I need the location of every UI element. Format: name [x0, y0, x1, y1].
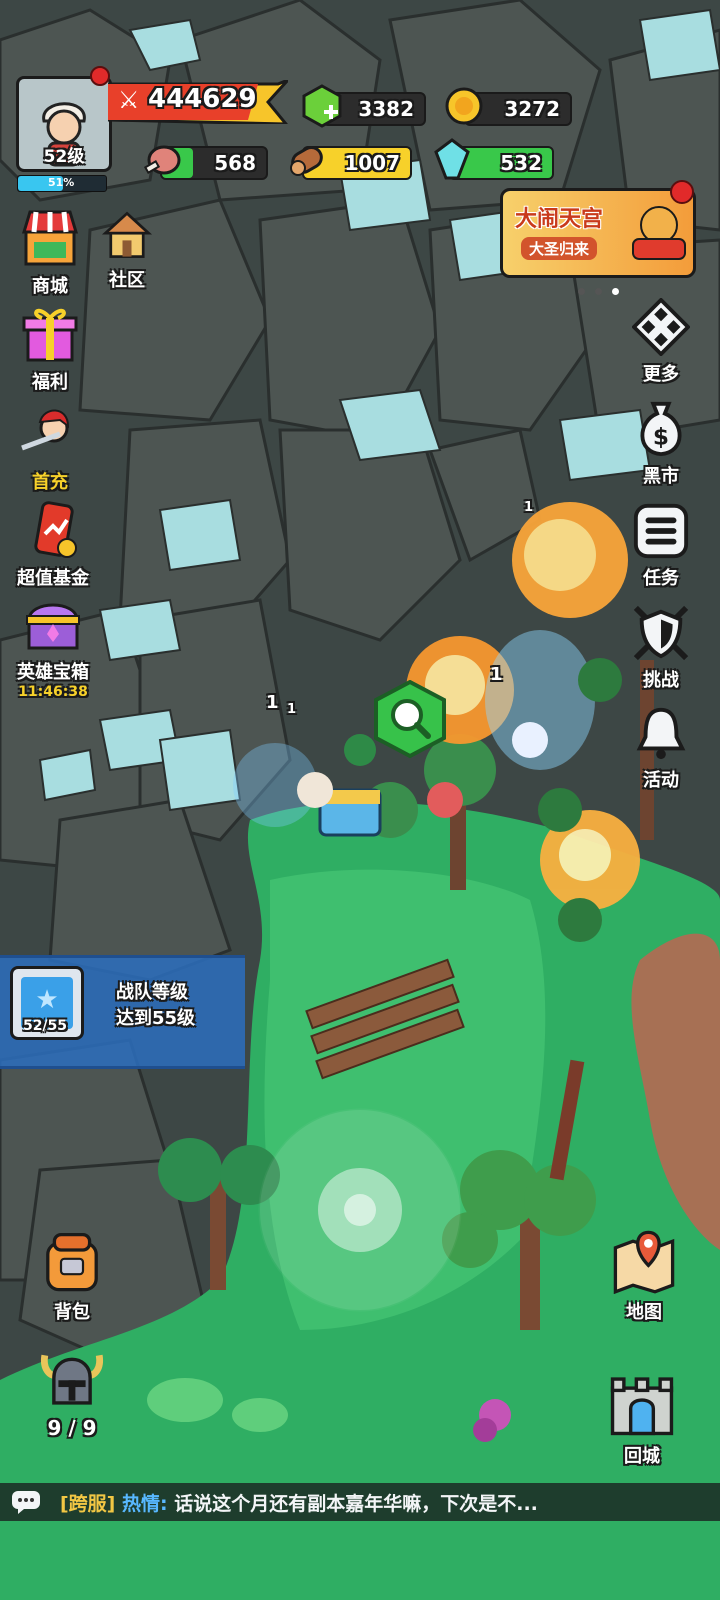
- return-city-label: 回城: [624, 1446, 660, 1467]
- events-label: 活动: [643, 770, 679, 791]
- chat-bar[interactable]: [跨服] 热情: 话说这个月还有副本嘉年华嘛，下次是不...: [0, 1483, 720, 1521]
- first-charge-button[interactable]: 首充: [8, 404, 92, 494]
- map-pin-icon: [613, 1230, 675, 1295]
- event-notification-dot: [670, 180, 694, 204]
- first-charge-label: 首充: [32, 472, 68, 493]
- xp-bar: 51%: [17, 175, 107, 192]
- damage-number: 1: [287, 702, 297, 717]
- crystal-value: 532: [500, 151, 542, 175]
- tasks-label: 任务: [643, 568, 679, 589]
- xp-percent: 51%: [48, 176, 75, 189]
- player-level: 52级: [43, 147, 85, 167]
- community-label: 社区: [109, 270, 145, 291]
- wood-log-icon: [290, 146, 323, 176]
- black-market-label: 黑市: [643, 466, 679, 487]
- chat-bubble-icon: [12, 1491, 40, 1514]
- shop-stall-icon: [21, 210, 79, 266]
- warrior-hero-icon: [21, 409, 70, 451]
- hero-chest-label: 英雄宝箱: [17, 662, 89, 683]
- black-market-button[interactable]: $ 黑市: [628, 400, 694, 488]
- svg-text:$: $: [653, 423, 669, 450]
- castle-gate-icon: [610, 1377, 674, 1436]
- banner-page-indicator: [578, 280, 619, 299]
- money-bag-icon: $: [640, 401, 682, 457]
- event-banner-da-nao-tian-gong[interactable]: 大闹天宫 大圣归来: [500, 188, 696, 278]
- backpack-label: 背包: [54, 1302, 90, 1323]
- community-button[interactable]: 社区: [94, 208, 160, 292]
- gems-value: 3382: [358, 97, 414, 121]
- magnifier-icon: [374, 679, 446, 759]
- crystal-icon: [434, 138, 470, 180]
- combat-power-value: 444629: [148, 84, 257, 114]
- more-grid-icon: [631, 297, 691, 357]
- meat-value: 568: [214, 151, 256, 175]
- gold-coin-icon: [445, 87, 483, 125]
- value-fund-button[interactable]: 超值基金: [8, 500, 98, 590]
- squad-count: 9 / 9: [47, 1416, 97, 1440]
- more-label: 更多: [643, 364, 679, 385]
- shop-button[interactable]: 商城: [14, 208, 86, 298]
- fund-phone-icon: [34, 501, 77, 558]
- movement-joystick[interactable]: [260, 1110, 460, 1310]
- challenge-label: 挑战: [643, 670, 679, 691]
- quest-progress: 52/55: [22, 1018, 68, 1034]
- event-banner-subtitle: 大圣归来: [521, 237, 598, 260]
- event-banner-title: 大闹天宫: [515, 207, 604, 232]
- hero-chest-timer: 11:46:38: [18, 684, 88, 700]
- challenge-button[interactable]: 挑战: [628, 604, 694, 692]
- more-button[interactable]: 更多: [628, 297, 694, 386]
- quest-line2: 达到55级: [116, 1008, 196, 1029]
- map-button[interactable]: 地图: [604, 1228, 684, 1324]
- chat-channel: [跨服]: [60, 1493, 116, 1515]
- backpack-icon: [46, 1232, 98, 1292]
- bell-icon: [636, 707, 686, 760]
- tasks-button[interactable]: 任务: [628, 502, 694, 590]
- return-city-button[interactable]: 回城: [600, 1370, 684, 1468]
- combat-power-banner: ⚔ 444629: [106, 78, 290, 126]
- monkey-king-icon: [632, 206, 686, 260]
- map-label: 地图: [626, 1302, 662, 1323]
- task-list-icon: [633, 503, 689, 559]
- treasure-chest-icon: [26, 603, 80, 650]
- gold-value: 3272: [504, 97, 560, 121]
- notification-dot: [90, 66, 110, 86]
- welfare-button[interactable]: 福利: [14, 304, 86, 394]
- welfare-label: 福利: [32, 372, 68, 393]
- backpack-button[interactable]: 背包: [32, 1228, 112, 1324]
- meat-icon: [143, 145, 181, 175]
- gift-box-icon: [22, 308, 78, 362]
- wood-value: 1007: [344, 151, 400, 175]
- gem-plus-icon: [302, 84, 342, 128]
- damage-number: 1: [266, 692, 279, 713]
- quest-line1: 战队等级: [116, 982, 188, 1003]
- player-avatar[interactable]: 52级: [16, 76, 112, 172]
- damage-number: 1: [524, 500, 534, 515]
- hero-chest-button[interactable]: 英雄宝箱 11:46:38: [6, 594, 100, 700]
- events-button[interactable]: 活动: [628, 704, 694, 792]
- viking-helmet-icon: [40, 1354, 104, 1405]
- house-icon: [101, 211, 153, 258]
- squad-button[interactable]: 9 / 9: [30, 1344, 114, 1440]
- value-fund-label: 超值基金: [17, 568, 89, 589]
- quest-panel[interactable]: ★ 52/55 战队等级 达到55级: [0, 955, 245, 1069]
- inspect-bubble-button[interactable]: [370, 679, 450, 760]
- damage-number: 1: [490, 664, 503, 685]
- shield-swords-icon: [633, 605, 689, 661]
- crossed-swords-icon: ⚔: [118, 86, 140, 114]
- chat-message: 话说这个月还有副本嘉年华嘛，下次是不...: [174, 1493, 538, 1515]
- shop-label: 商城: [32, 276, 68, 297]
- chat-sender: 热情:: [122, 1493, 168, 1515]
